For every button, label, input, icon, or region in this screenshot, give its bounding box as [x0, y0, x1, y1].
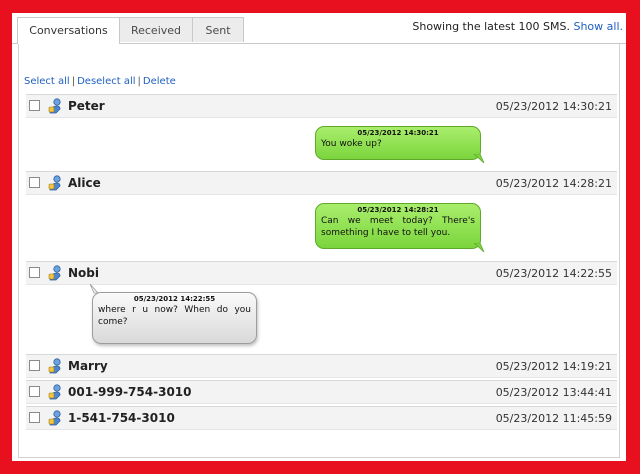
deselect-all-link[interactable]: Deselect all: [77, 76, 135, 87]
status-line: Showing the latest 100 SMS. Show all.: [412, 20, 623, 33]
message-text: Can we meet today? There's something I h…: [321, 216, 475, 238]
sent-message-bubble: 05/23/2012 14:28:21 Can we meet today? T…: [315, 203, 481, 249]
conversation-row[interactable]: Nobi 05/23/2012 14:22:55: [26, 261, 617, 285]
person-icon: [48, 175, 61, 191]
conversation-row[interactable]: Marry 05/23/2012 14:19:21: [26, 354, 617, 378]
separator: |: [71, 76, 76, 87]
message-text: where r u now? When do you come?: [98, 305, 251, 327]
status-text: Showing the latest 100 SMS.: [412, 20, 570, 33]
separator: |: [137, 76, 141, 87]
message-timestamp: 05/23/2012 14:28:21: [357, 206, 439, 214]
contact-name: Nobi: [68, 266, 99, 280]
person-icon: [48, 410, 61, 426]
row-timestamp: 05/23/2012 14:19:21: [495, 360, 612, 373]
person-icon: [48, 98, 61, 114]
contact-name: 001-999-754-3010: [68, 385, 192, 399]
tab-sent[interactable]: Sent: [192, 17, 244, 42]
delete-link[interactable]: Delete: [143, 76, 176, 87]
row-checkbox[interactable]: [29, 386, 40, 397]
tab-received[interactable]: Received: [119, 17, 193, 42]
received-message-bubble: 05/23/2012 14:22:55 where r u now? When …: [92, 292, 257, 344]
bubble-tail: [474, 154, 485, 164]
conversation-row[interactable]: 001-999-754-3010 05/23/2012 13:44:41: [26, 380, 617, 404]
message-timestamp: 05/23/2012 14:22:55: [133, 295, 216, 303]
contact-name: Alice: [68, 176, 101, 190]
contact-name: 1-541-754-3010: [68, 411, 175, 425]
row-checkbox[interactable]: [29, 267, 40, 278]
tab-bar: Conversations Received Sent Showing the …: [12, 13, 626, 44]
person-icon: [48, 384, 61, 400]
row-timestamp: 05/23/2012 14:22:55: [495, 267, 612, 280]
show-all-link[interactable]: Show all.: [573, 20, 623, 33]
person-icon: [48, 265, 61, 281]
contact-name: Marry: [68, 359, 108, 373]
bubble-tail: [474, 243, 485, 253]
sent-message-bubble: 05/23/2012 14:30:21 You woke up?: [315, 126, 481, 160]
conversation-row[interactable]: Alice 05/23/2012 14:28:21: [26, 171, 617, 195]
conversation-row[interactable]: Peter 05/23/2012 14:30:21: [26, 94, 617, 118]
sms-panel: Conversations Received Sent Showing the …: [12, 13, 626, 461]
row-checkbox[interactable]: [29, 177, 40, 188]
row-timestamp: 05/23/2012 14:30:21: [495, 100, 612, 113]
bulk-actions: Select all | Deselect all | Delete: [24, 76, 176, 87]
message-text: You woke up?: [321, 139, 382, 149]
contact-name: Peter: [68, 99, 105, 113]
row-checkbox[interactable]: [29, 100, 40, 111]
row-checkbox[interactable]: [29, 412, 40, 423]
row-timestamp: 05/23/2012 14:28:21: [495, 177, 612, 190]
row-timestamp: 05/23/2012 11:45:59: [495, 412, 612, 425]
select-all-link[interactable]: Select all: [24, 76, 70, 87]
row-checkbox[interactable]: [29, 360, 40, 371]
tab-conversations[interactable]: Conversations: [17, 17, 120, 44]
conversation-row[interactable]: 1-541-754-3010 05/23/2012 11:45:59: [26, 406, 617, 430]
message-timestamp: 05/23/2012 14:30:21: [357, 129, 439, 137]
person-icon: [48, 358, 61, 374]
row-timestamp: 05/23/2012 13:44:41: [495, 386, 612, 399]
